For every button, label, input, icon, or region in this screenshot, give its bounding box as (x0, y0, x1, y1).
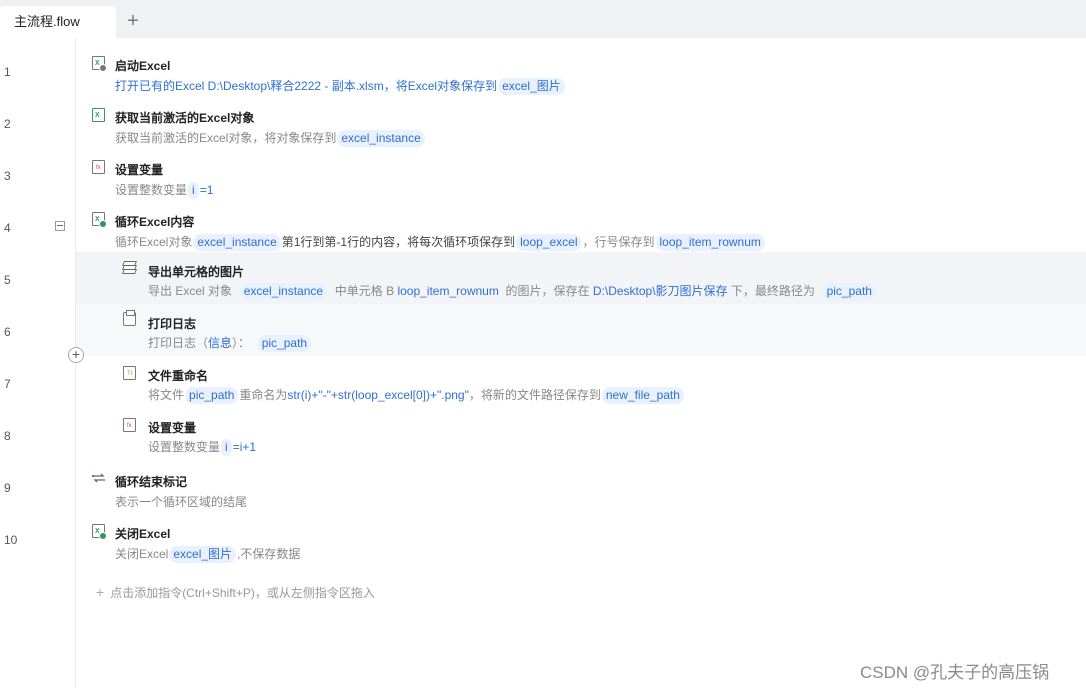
variable-chip[interactable]: excel_instance (193, 234, 281, 251)
step-export-cell-image[interactable]: 导出单元格的图片 导出 Excel 对象 excel_instance 中单元格… (76, 252, 1086, 304)
step-title: 导出单元格的图片 (148, 265, 245, 279)
variable-text[interactable]: loop_item_rownum (397, 284, 498, 298)
line-gutter: 1 2 3 4 5 6 7 8 9 10 (0, 38, 76, 688)
step-close-excel[interactable]: X 关闭Excel 关闭Excel excel_图片 ,不保存数据 (76, 516, 1086, 568)
add-command-hint[interactable]: + 点击添加指令(Ctrl+Shift+P)，或从左侧指令区拖入 (96, 584, 375, 601)
excel-close-icon: X (92, 524, 107, 540)
step-title: 循环结束标记 (115, 475, 188, 489)
step-title: 设置变量 (115, 163, 164, 177)
printer-icon (123, 310, 136, 326)
step-description: 设置整数变量 i =i+1 (148, 439, 257, 456)
variable-chip[interactable]: excel_instance (337, 130, 425, 147)
variable-chip[interactable]: loop_excel (516, 234, 582, 251)
variable-icon: fx (92, 160, 105, 174)
variable-chip[interactable]: loop_item_rownum (655, 234, 765, 251)
line-number: 9 (4, 481, 11, 495)
step-title: 设置变量 (148, 421, 197, 435)
step-description: 打印日志（信息）： pic_path (148, 335, 312, 352)
step-title: 关闭Excel (115, 527, 171, 541)
line-number: 7 (4, 377, 11, 391)
expression-text[interactable]: str(i)+"-"+str(loop_excel[0])+".png" (287, 388, 468, 402)
line-number: 10 (4, 533, 18, 547)
step-description: 表示一个循环区域的结尾 (115, 495, 248, 509)
step-set-variable[interactable]: fx 设置变量 设置整数变量 i =1 (76, 152, 1086, 204)
line-number: 5 (4, 273, 11, 287)
tab-bar: 主流程.flow + (0, 0, 1086, 38)
variable-chip[interactable]: i (221, 439, 232, 456)
line-number: 1 (4, 65, 11, 79)
loop-end-icon (91, 471, 107, 485)
step-description: 导出 Excel 对象 excel_instance 中单元格 B loop_i… (148, 283, 877, 300)
step-title: 获取当前激活的Excel对象 (115, 111, 255, 125)
step-description: 打开已有的Excel D:\Desktop\释合2222 - 副本.xlsm，将… (115, 78, 566, 95)
step-description: 获取当前激活的Excel对象，将对象保存到 excel_instance (115, 130, 426, 147)
variable-chip[interactable]: excel_instance (239, 283, 328, 300)
step-title: 打印日志 (148, 317, 197, 331)
variable-icon: fx (123, 418, 136, 432)
insert-step-button[interactable]: + (68, 347, 84, 363)
folder-path[interactable]: D:\Desktop\影刀图片保存 (593, 284, 728, 298)
line-number: 8 (4, 429, 11, 443)
layers-icon (122, 260, 137, 274)
line-number: 4 (4, 221, 11, 235)
variable-chip[interactable]: pic_path (257, 335, 312, 352)
excel-open-icon: X (92, 56, 107, 72)
step-title: 文件重命名 (148, 369, 209, 383)
step-description: 将文件 pic_path 重命名为str(i)+"-"+str(loop_excel… (148, 387, 685, 404)
step-description: 设置整数变量 i =1 (115, 182, 214, 199)
variable-chip[interactable]: pic_path (822, 283, 876, 300)
step-description: 关闭Excel excel_图片 ,不保存数据 (115, 546, 301, 563)
step-loop-end[interactable]: 循环结束标记 表示一个循环区域的结尾 (76, 464, 1086, 516)
step-rename-file[interactable]: Tt 文件重命名 将文件 pic_path 重命名为str(i)+"-"+str(l… (76, 356, 1086, 408)
variable-chip[interactable]: i (188, 182, 199, 199)
step-title: 启动Excel (115, 59, 171, 73)
watermark: CSDN @孔夫子的高压锅 (860, 663, 1050, 682)
line-number: 6 (4, 325, 11, 339)
step-launch-excel[interactable]: X 启动Excel 打开已有的Excel D:\Desktop\释合2222 -… (76, 48, 1086, 100)
step-get-active-excel[interactable]: X 获取当前激活的Excel对象 获取当前激活的Excel对象，将对象保存到 ex… (76, 100, 1086, 152)
line-number: 3 (4, 169, 11, 183)
file-rename-icon: Tt (123, 366, 136, 380)
variable-chip[interactable]: excel_图片 (169, 546, 237, 563)
excel-loop-icon: X (92, 212, 107, 228)
step-description: 循环Excel对象 excel_instance 第1行到第-1行的内容，将每次循环… (115, 234, 766, 251)
line-number: 2 (4, 117, 11, 131)
tab-main-flow[interactable]: 主流程.flow (0, 6, 116, 38)
variable-chip[interactable]: pic_path (185, 387, 239, 404)
variable-chip[interactable]: new_file_path (601, 387, 684, 404)
plus-icon: + (96, 584, 105, 600)
variable-chip[interactable]: excel_图片 (498, 78, 565, 95)
step-set-variable-increment[interactable]: fx 设置变量 设置整数变量 i =i+1 (76, 408, 1086, 460)
step-loop-excel[interactable]: X 循环Excel内容 循环Excel对象 excel_instance 第1行到第… (76, 204, 1086, 256)
collapse-loop-button[interactable] (55, 221, 65, 231)
step-title: 循环Excel内容 (115, 215, 195, 229)
excel-active-icon: X (92, 108, 105, 122)
add-tab-button[interactable]: + (122, 11, 144, 33)
step-print-log[interactable]: 打印日志 打印日志（信息）： pic_path (76, 304, 1086, 356)
